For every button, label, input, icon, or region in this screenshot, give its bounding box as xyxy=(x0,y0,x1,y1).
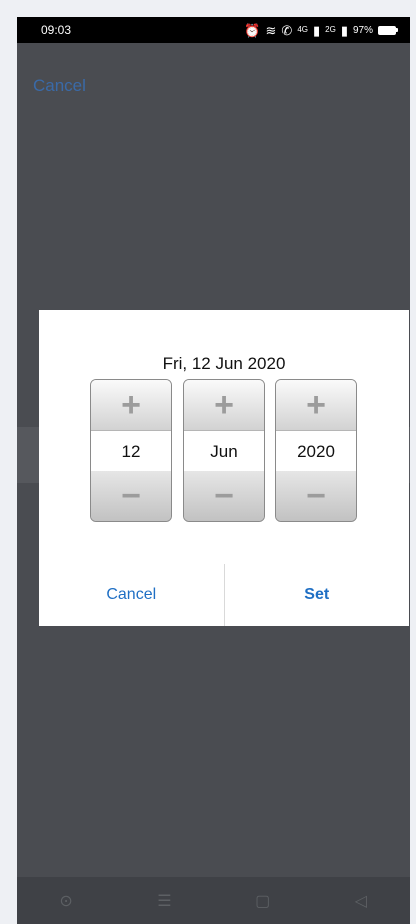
battery-percent: 97% xyxy=(352,24,373,36)
alarm-icon: ⏰ xyxy=(244,22,261,38)
month-spinner: + Jun − xyxy=(183,379,265,522)
day-decrement-button[interactable]: − xyxy=(91,471,171,521)
back-icon[interactable]: ◁ xyxy=(341,891,381,911)
signal-icon-2: ▮ xyxy=(340,22,348,38)
battery-icon xyxy=(378,25,398,35)
month-increment-button[interactable]: + xyxy=(184,380,264,430)
menu-icon[interactable]: ☰ xyxy=(144,891,184,911)
dialog-button-row: Cancel Set xyxy=(39,564,409,626)
signal-icon-1: ▮ xyxy=(313,22,321,38)
day-value[interactable]: 12 xyxy=(91,430,171,473)
dialog-cancel-button[interactable]: Cancel xyxy=(39,564,224,626)
year-value[interactable]: 2020 xyxy=(276,430,356,473)
home-icon[interactable]: ▢ xyxy=(243,891,283,911)
status-bar: 09:03 ⏰ ≋ ✆ 4G ▮ 2G ▮ 97% xyxy=(17,17,410,43)
year-decrement-button[interactable]: − xyxy=(276,471,356,521)
month-decrement-button[interactable]: − xyxy=(184,471,264,521)
day-increment-button[interactable]: + xyxy=(91,380,171,430)
status-time: 09:03 xyxy=(41,23,72,37)
assistant-icon[interactable]: ⊙ xyxy=(46,891,86,911)
month-value[interactable]: Jun xyxy=(184,430,264,473)
day-spinner: + 12 − xyxy=(90,379,172,522)
wifi-icon: ≋ xyxy=(265,22,277,38)
dialog-title: Fri, 12 Jun 2020 xyxy=(162,354,286,373)
wifi-calling-icon: ✆ xyxy=(281,22,293,38)
background-cancel-link[interactable]: Cancel xyxy=(33,76,86,96)
date-picker-dialog: Fri, 12 Jun 2020 + 12 − + Jun − + 2020 −… xyxy=(39,310,409,626)
year-increment-button[interactable]: + xyxy=(276,380,356,430)
dialog-set-button[interactable]: Set xyxy=(223,564,409,626)
network-4g-label: 4G xyxy=(297,25,308,34)
network-2g-label: 2G xyxy=(325,25,336,34)
phone-screen: 09:03 ⏰ ≋ ✆ 4G ▮ 2G ▮ 97% Cancel Fri, 12… xyxy=(17,17,410,924)
year-spinner: + 2020 − xyxy=(275,379,357,522)
status-icons: ⏰ ≋ ✆ 4G ▮ 2G ▮ 97% xyxy=(244,24,398,37)
navigation-bar: ⊙ ☰ ▢ ◁ xyxy=(17,877,410,924)
